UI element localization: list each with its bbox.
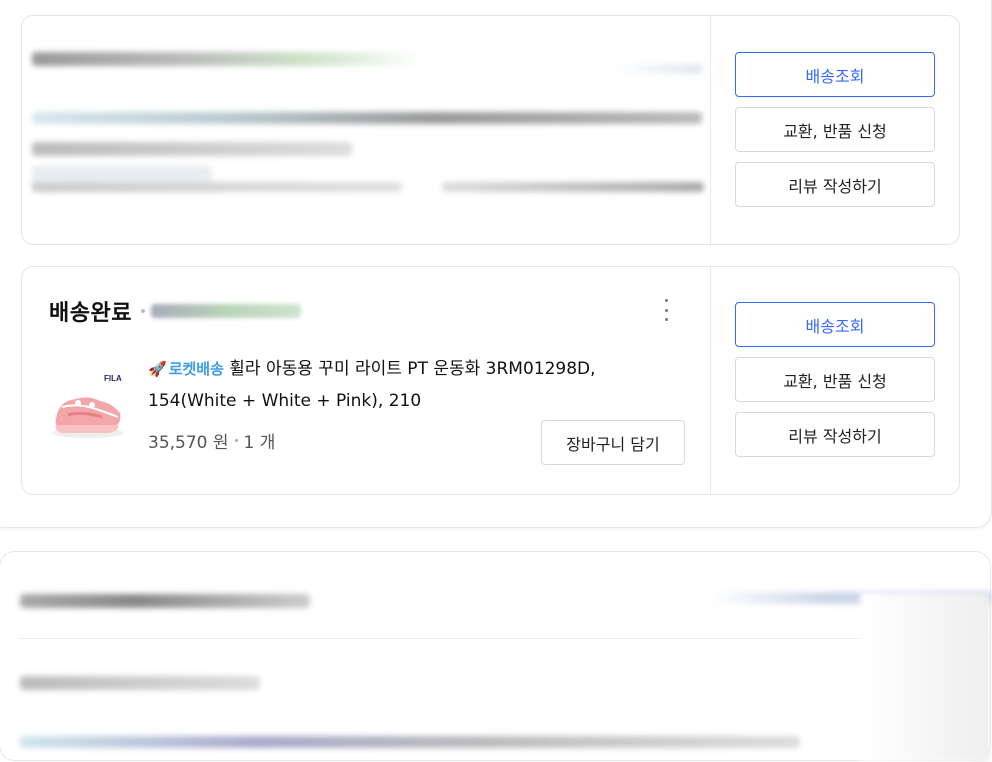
blurred-text [20,736,800,748]
blurred-text [860,592,990,762]
product-title[interactable]: 🚀 로켓배송 휠라 아동용 꾸미 라이트 PT 운동화 3RM01298D, 15… [148,353,688,417]
write-review-button[interactable]: 리뷰 작성하기 [735,412,935,457]
card-divider [710,267,711,494]
blurred-text [20,594,310,608]
blurred-date [150,304,301,318]
write-review-button[interactable]: 리뷰 작성하기 [735,162,935,207]
track-delivery-button[interactable]: 배송조회 [735,52,935,97]
action-buttons: 배송조회 교환, 반품 신청 리뷰 작성하기 [735,302,935,467]
order-card: 배송완료 FILA 🚀 로켓배송 휠라 아동용 꾸미 라이트 PT 운동화 3RM… [21,266,960,495]
blurred-status [32,52,422,66]
exchange-return-button[interactable]: 교환, 반품 신청 [735,107,935,152]
brand-logo-text: FILA [104,374,122,383]
track-delivery-button[interactable]: 배송조회 [735,302,935,347]
exchange-return-button[interactable]: 교환, 반품 신청 [735,357,935,402]
more-vertical-icon[interactable] [658,299,674,321]
order-card-previous: 배송조회 교환, 반품 신청 리뷰 작성하기 [21,15,960,245]
price: 35,570 원 [148,433,229,453]
blurred-text [32,182,402,192]
add-to-cart-button[interactable]: 장바구니 담기 [541,420,685,465]
quantity: 1 개 [243,433,276,453]
card-divider [710,16,711,244]
rocket-delivery-badge: 🚀 로켓배송 [148,360,224,378]
blurred-text [612,64,702,74]
blurred-text [32,112,702,124]
order-status-row: 배송완료 [49,295,301,327]
order-group-next [0,551,992,762]
blurred-text [20,676,260,690]
price-row: 35,570 원 1 개 [148,428,275,453]
blurred-text [442,182,704,192]
divider [20,638,990,639]
separator-dot [140,309,145,313]
product-thumbnail[interactable]: FILA [48,367,130,449]
action-buttons: 배송조회 교환, 반품 신청 리뷰 작성하기 [735,52,935,217]
delivery-status: 배송완료 [49,301,132,326]
rocket-icon: 🚀 [148,360,167,378]
blurred-text [32,142,352,156]
separator-dot [234,439,238,442]
